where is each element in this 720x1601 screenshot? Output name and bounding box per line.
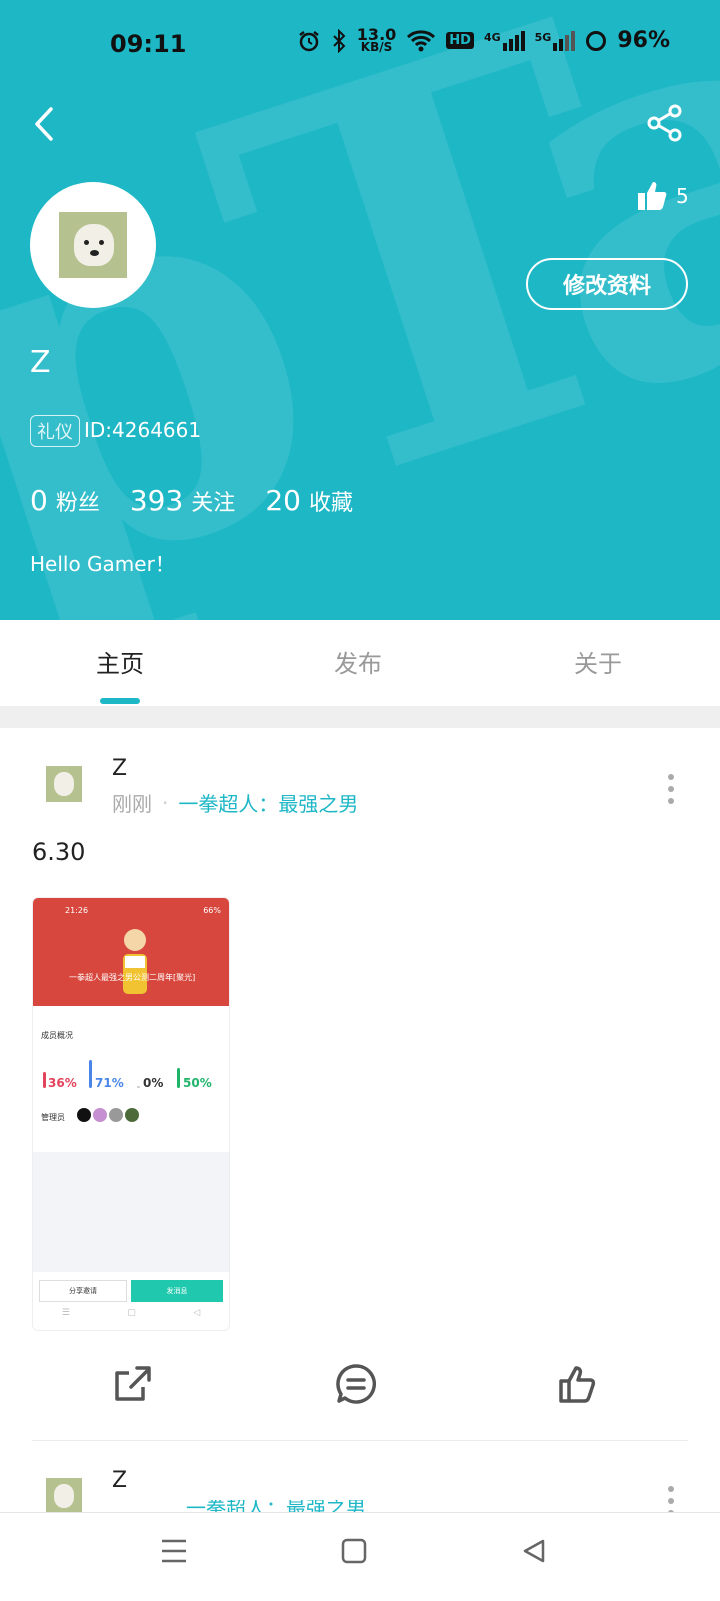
thumb-time: 21:26 — [65, 906, 89, 915]
user-id: ID:4264661 — [84, 418, 202, 442]
net-speed: 13.0 KB/S — [356, 24, 397, 54]
avatar-image — [59, 212, 127, 278]
comment-icon — [336, 1364, 377, 1404]
thumb-header: 21:26 66% 一拳超人最强之男公测二周年[聚光] — [33, 898, 229, 1006]
home-square-icon — [341, 1538, 367, 1564]
profile-like-count: 5 — [676, 184, 689, 208]
share-button[interactable] — [642, 100, 688, 146]
avatar[interactable] — [30, 182, 156, 308]
post-author-name[interactable]: Z — [112, 756, 127, 781]
profile-bio: Hello Gamer！ — [30, 552, 175, 576]
thumb-bar — [137, 1086, 140, 1088]
thumb-bar — [43, 1072, 46, 1088]
stat-value: 20 — [265, 484, 301, 517]
post-divider — [32, 1440, 688, 1441]
thumb-title: 一拳超人最强之男公测二周年[聚光] — [69, 973, 196, 982]
bluetooth-icon — [333, 28, 346, 53]
post-author-avatar[interactable] — [46, 766, 82, 802]
thumbs-up-icon — [638, 182, 667, 210]
more-icon — [668, 1486, 674, 1492]
thumb-value: 0% — [143, 1076, 164, 1090]
share-icon — [647, 104, 682, 142]
post-meta: 刚刚 · 一拳超人：最强之男 — [112, 788, 358, 817]
thumb-empty-area — [33, 1152, 229, 1272]
thumb-section-admins: 管理员 — [41, 1113, 65, 1122]
stat-following[interactable]: 393 关注 — [130, 484, 235, 517]
status-time: 09:11 — [110, 30, 187, 58]
hd-icon: HD — [446, 32, 474, 49]
back-icon — [35, 107, 53, 141]
edit-profile-button[interactable]: 修改资料 — [526, 258, 688, 310]
stat-label: 收藏 — [308, 491, 353, 516]
thumb-nav: ☰ ▢ ◁ — [61, 1308, 201, 1318]
user-badge: 礼仪 — [30, 415, 80, 447]
wifi-icon — [407, 29, 436, 51]
stat-value: 0 — [30, 484, 48, 517]
thumb-battery: 66% — [203, 906, 221, 915]
system-nav-bar — [0, 1512, 720, 1601]
home-button[interactable] — [334, 1531, 374, 1571]
stat-value: 393 — [129, 484, 184, 517]
thumb-share-button: 分享邀请 — [39, 1280, 127, 1302]
post-author-name[interactable]: Z — [112, 1468, 127, 1493]
signal-4g-icon: 4G — [483, 30, 525, 51]
share-external-icon — [115, 1366, 151, 1401]
watermark-decoration: pTa — [0, 0, 720, 620]
back-triangle-icon — [523, 1539, 545, 1563]
post-author-avatar[interactable] — [46, 1478, 82, 1514]
thumb-value: 71% — [95, 1076, 124, 1090]
tab-indicator — [100, 698, 140, 704]
profile-like[interactable]: 5 — [636, 180, 689, 212]
more-icon — [668, 774, 674, 780]
status-icons: 13.0 KB/S HD 4G 5G 96% — [297, 24, 670, 54]
comment-button[interactable] — [332, 1360, 380, 1408]
stat-followers[interactable]: 0 粉丝 — [30, 484, 100, 517]
post-time: 刚刚 — [112, 792, 152, 816]
thumb-message-button: 发消息 — [131, 1280, 223, 1302]
battery-ring-icon — [586, 30, 607, 51]
tab-home[interactable]: 主页 — [96, 644, 144, 679]
menu-icon — [162, 1539, 186, 1563]
net-5g-label: 5G — [534, 30, 552, 44]
back-nav-button[interactable] — [514, 1531, 554, 1571]
post-topic-link[interactable]: 一拳超人：最强之男 — [178, 788, 358, 817]
thumb-bar — [89, 1060, 92, 1088]
post-content: 6.30 — [32, 838, 86, 866]
tab-about[interactable]: 关于 — [574, 644, 622, 679]
menu-button[interactable] — [154, 1531, 194, 1571]
thumb-admin-avatars — [77, 1108, 139, 1122]
profile-tabs: 主页 发布 关于 — [0, 620, 720, 706]
back-button[interactable] — [24, 102, 64, 146]
battery-percent: 96% — [617, 28, 670, 53]
thumb-character-image — [123, 929, 147, 994]
net-4g-label: 4G — [483, 30, 501, 44]
profile-username: Z — [30, 345, 51, 380]
post-actions — [0, 1360, 720, 1424]
post-image[interactable]: 21:26 66% 一拳超人最强之男公测二周年[聚光] 成员概况 36% 71%… — [32, 897, 230, 1331]
profile-stats: 0 粉丝 393 关注 20 收藏 — [30, 484, 353, 517]
like-post-button[interactable] — [554, 1360, 602, 1408]
post-more-button[interactable] — [668, 774, 674, 804]
post-meta-partial: 一拳超人：最强之男 — [112, 1500, 366, 1512]
net-speed-value: 13.0 — [356, 24, 397, 44]
tab-posts[interactable]: 发布 — [334, 644, 382, 679]
stat-label: 粉丝 — [55, 491, 100, 516]
net-speed-unit: KB/S — [360, 39, 393, 54]
post-meta-separator: · — [162, 790, 169, 815]
stat-favorites[interactable]: 20 收藏 — [265, 484, 353, 517]
share-post-button[interactable] — [110, 1360, 158, 1408]
post-meta-partial-text: 一拳超人：最强之男 — [186, 1500, 366, 1512]
signal-5g-icon: 5G — [534, 30, 576, 51]
thumbs-up-outline-icon — [559, 1366, 596, 1403]
status-bar: 09:11 13.0 KB/S HD 4G 5G 96% — [0, 0, 720, 92]
thumb-value: 50% — [183, 1076, 212, 1090]
section-divider — [0, 706, 720, 728]
thumb-section-members: 成员概况 — [41, 1031, 73, 1040]
stat-label: 关注 — [191, 491, 236, 516]
alarm-icon — [299, 30, 319, 51]
thumb-value: 36% — [48, 1076, 77, 1090]
thumb-bar — [177, 1068, 180, 1088]
profile-header: pTa 09:11 13.0 KB/S HD 4G 5G 96% 5 修改资料 … — [0, 0, 720, 620]
